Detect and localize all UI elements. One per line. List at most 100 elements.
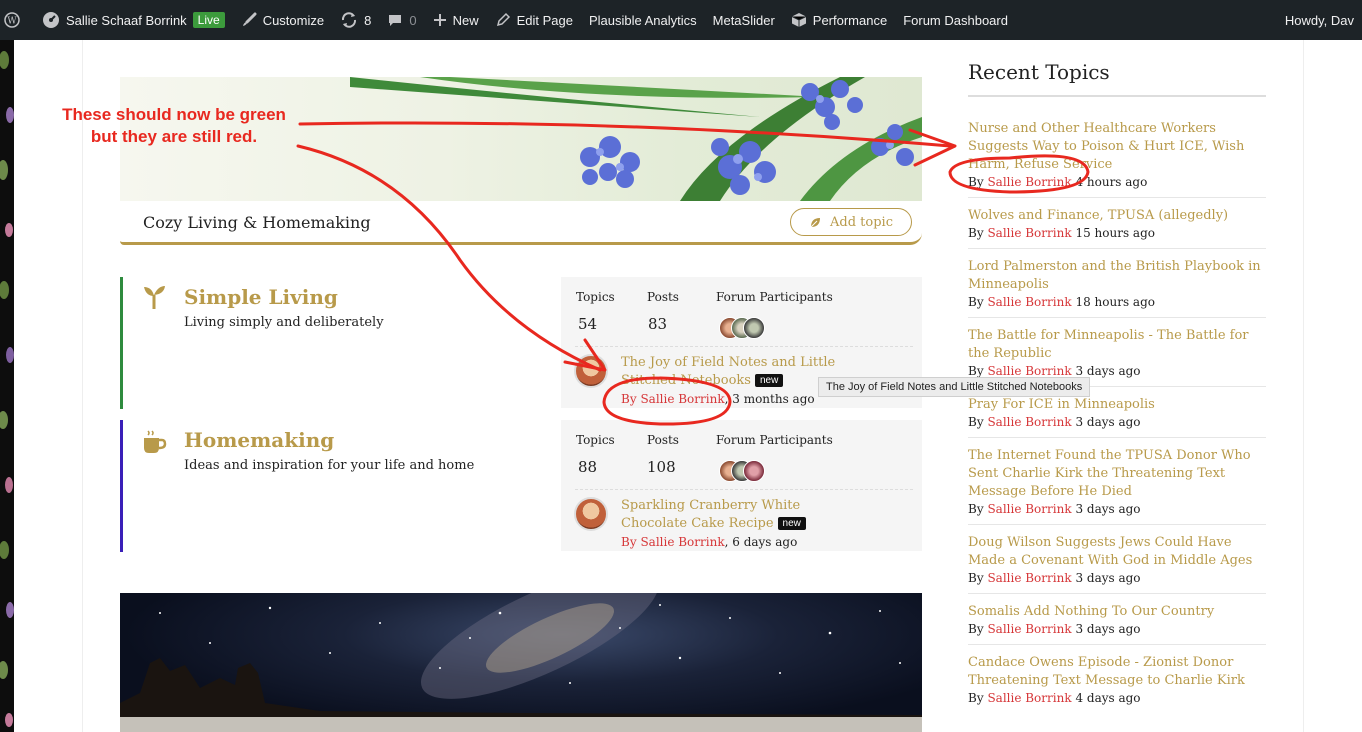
last-post-title: The Joy of Field Notes and Little Stitch… [621,355,836,388]
avatar[interactable] [574,497,608,531]
post-time: 4 hours ago [1075,175,1148,189]
recent-topic-link[interactable]: The Internet Found the TPUSA Donor Who S… [968,447,1266,501]
recent-topic-item: Nurse and Other Healthcare Workers Sugge… [968,120,1266,190]
author-link[interactable]: Sallie Borrink [987,415,1071,429]
author-link[interactable]: Sallie Borrink [640,535,724,549]
by-label: By [968,415,984,429]
divider [968,644,1266,645]
post-time: 3 days ago [1075,364,1141,378]
metaslider-link[interactable]: MetaSlider [705,0,783,40]
avatar[interactable] [743,317,765,339]
recent-topic-link[interactable]: Candace Owens Episode - Zionist Donor Th… [968,654,1266,690]
author-link[interactable]: Sallie Borrink [987,295,1071,309]
recent-topics-heading: Recent Topics [968,60,1110,84]
updates-link[interactable]: 8 [332,0,379,40]
plausible-label: Plausible Analytics [588,12,697,28]
author-link[interactable]: Sallie Borrink [987,175,1071,189]
post-time: 18 hours ago [1075,295,1155,309]
forum-dashboard-link[interactable]: Forum Dashboard [895,0,1016,40]
recent-topic-link[interactable]: Lord Palmerston and the British Playbook… [968,258,1266,294]
customize-link[interactable]: Customize [233,0,332,40]
new-label: New [452,12,479,28]
author-link[interactable]: Sallie Borrink [987,691,1071,705]
wp-logo[interactable]: W [0,0,34,40]
avatar[interactable] [574,354,608,388]
recent-topic-link[interactable]: Nurse and Other Healthcare Workers Sugge… [968,120,1266,174]
sprout-icon [144,286,165,309]
last-post-meta: By Sallie Borrink, 6 days ago [621,535,797,549]
decorative-floral-strip [0,40,14,732]
forum-accent-bar [120,420,123,552]
recent-topic-link[interactable]: Pray For ICE in Minneapolis [968,396,1266,414]
forum-description: Living simply and deliberately [184,315,384,330]
howdy-label: Howdy, Dav [1284,12,1354,28]
posts-label: Posts [647,433,679,447]
updates-count: 8 [364,12,372,28]
svg-text:W: W [7,17,17,27]
author-link[interactable]: Sallie Borrink [987,571,1071,585]
refresh-icon [342,12,357,28]
posts-label: Posts [647,290,679,304]
by-label: By [968,364,984,378]
recent-topic-item: Lord Palmerston and the British Playbook… [968,258,1266,310]
new-badge: new [754,374,784,387]
post-time: , 3 months ago [724,392,815,406]
site-name: Sallie Schaaf Borrink [66,12,187,28]
last-post-title-link[interactable]: Sparkling Cranberry White Chocolate Cake… [621,497,861,533]
avatar[interactable] [743,460,765,482]
forum-accent-bar [120,277,123,409]
divider [968,197,1266,198]
content-border-right [1303,40,1304,732]
recent-topic-link[interactable]: Somalis Add Nothing To Our Country [968,603,1266,621]
forum-title-link[interactable]: Homemaking [184,428,334,452]
comments-link[interactable]: 0 [379,0,424,40]
brush-icon [242,12,257,26]
post-time: 15 hours ago [1075,226,1155,240]
post-time: 3 days ago [1075,502,1141,516]
add-topic-button[interactable]: Add topic [790,208,912,236]
post-time: , 6 days ago [724,535,798,549]
divider [968,437,1266,438]
link-tooltip: The Joy of Field Notes and Little Stitch… [818,377,1091,397]
leaf-icon [810,217,820,227]
recent-topic-link[interactable]: The Battle for Minneapolis - The Battle … [968,327,1266,363]
forum-row-simple-living: Simple Living Living simply and delibera… [120,277,922,409]
site-name-menu[interactable]: Sallie Schaaf Borrink Live [34,0,233,40]
topics-label: Topics [576,290,615,304]
author-link[interactable]: Sallie Borrink [987,226,1071,240]
by-label: By [968,622,984,636]
by-label: By [968,295,984,309]
customize-label: Customize [262,12,325,28]
recent-topic-item: Somalis Add Nothing To Our Country By Sa… [968,603,1266,637]
post-time: 3 days ago [1075,415,1141,429]
by-label: By [621,535,637,549]
forum-stats-box: Topics Posts Forum Participants 88 108 S… [561,420,922,551]
recent-topic-item: Wolves and Finance, TPUSA (allegedly) By… [968,207,1266,241]
forum-title-link[interactable]: Simple Living [184,285,338,309]
edit-page-link[interactable]: Edit Page [487,0,581,40]
author-link[interactable]: Sallie Borrink [640,392,724,406]
pencil-icon [496,12,510,27]
by-label: By [968,571,984,585]
forum-dashboard-label: Forum Dashboard [903,12,1008,28]
divider [968,593,1266,594]
recent-topic-item: Candace Owens Episode - Zionist Donor Th… [968,654,1266,706]
recent-topic-item: The Internet Found the TPUSA Donor Who S… [968,447,1266,517]
last-post-title: Sparkling Cranberry White Chocolate Cake… [621,498,801,531]
category-banner: Cozy Living & Homemaking Add topic [120,77,922,245]
comment-bubble-icon [389,15,402,26]
divider [968,524,1266,525]
recent-topic-link[interactable]: Doug Wilson Suggests Jews Could Have Mad… [968,534,1266,570]
new-content-link[interactable]: New [425,0,487,40]
performance-link[interactable]: Performance [783,0,895,40]
author-link[interactable]: Sallie Borrink [987,622,1071,636]
recent-topic-link[interactable]: Wolves and Finance, TPUSA (allegedly) [968,207,1266,225]
author-link[interactable]: Sallie Borrink [987,364,1071,378]
banner-caption-bar: Cozy Living & Homemaking Add topic [120,201,922,245]
recent-topic-item: Pray For ICE in Minneapolis By Sallie Bo… [968,396,1266,430]
plus-icon [433,14,446,26]
divider [575,489,913,490]
plausible-link[interactable]: Plausible Analytics [581,0,705,40]
author-link[interactable]: Sallie Borrink [987,502,1071,516]
account-menu[interactable]: Howdy, Dav [1277,0,1362,40]
